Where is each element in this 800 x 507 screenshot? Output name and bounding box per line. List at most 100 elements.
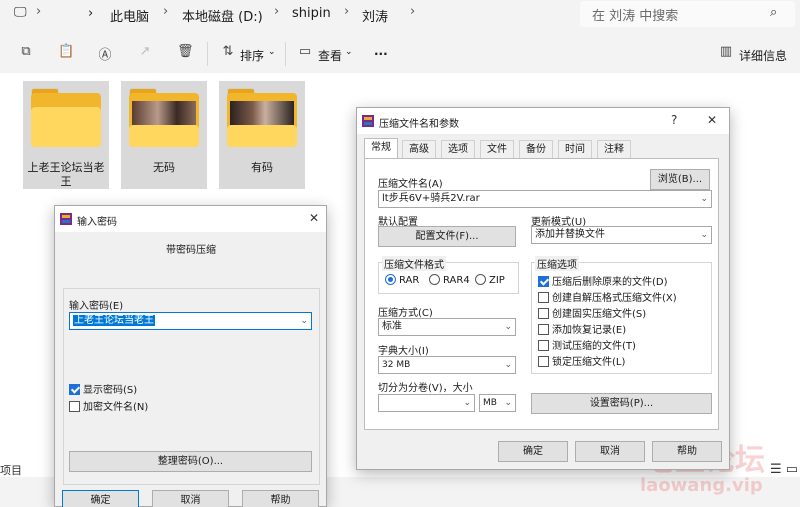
watermark-url: laowang.vip bbox=[640, 475, 763, 496]
method-label: 压缩方式(C) bbox=[378, 308, 433, 319]
tab-general[interactable]: 常规 bbox=[364, 138, 398, 159]
set-password-button[interactable]: 设置密码(P)... bbox=[531, 393, 712, 414]
help-button[interactable]: 帮助 bbox=[242, 490, 319, 507]
folder-item[interactable]: 上老王论坛当老王 bbox=[23, 81, 109, 189]
chevron-right-icon: › bbox=[36, 4, 42, 19]
archive-name-input[interactable]: lt步兵6V+骑兵2V.rar ⌄ bbox=[378, 190, 712, 208]
option-label: 锁定压缩文件(L) bbox=[552, 357, 626, 368]
ok-button[interactable]: 确定 bbox=[62, 490, 139, 507]
folder-icon bbox=[227, 88, 297, 147]
dialog-titlebar: 输入密码 ✕ bbox=[55, 206, 326, 232]
tab-options[interactable]: 选项 bbox=[441, 140, 475, 158]
method-value: 标准 bbox=[382, 321, 402, 332]
delete-after-checkbox[interactable]: 压缩后删除原来的文件(D) bbox=[538, 273, 668, 288]
breadcrumb-this-pc[interactable]: 此电脑 bbox=[110, 6, 149, 25]
dialog-heading: 带密码压缩 bbox=[166, 245, 216, 256]
search-placeholder: 在 刘涛 中搜索 bbox=[592, 9, 679, 24]
password-input[interactable]: 上老王论坛当老王 ⌄ bbox=[69, 312, 312, 330]
chevron-down-icon[interactable]: ⌄ bbox=[700, 227, 708, 243]
chevron-down-icon[interactable]: ⌄ bbox=[700, 191, 708, 207]
format-rar4-label: RAR4 bbox=[443, 275, 470, 286]
dictionary-size-label: 字典大小(I) bbox=[378, 346, 429, 357]
sort-button[interactable]: 排序 bbox=[240, 47, 264, 64]
format-rar-radio[interactable]: RAR bbox=[385, 274, 419, 286]
archive-name-value: lt步兵6V+骑兵2V.rar bbox=[382, 193, 480, 204]
divider bbox=[207, 42, 208, 66]
option-label: 压缩后删除原来的文件(D) bbox=[552, 277, 668, 288]
share-icon[interactable]: ↗ bbox=[137, 44, 153, 60]
paste-icon[interactable]: 📋 bbox=[58, 44, 74, 60]
dictionary-size-select[interactable]: 32 MB ⌄ bbox=[378, 356, 516, 374]
details-button[interactable]: 详细信息 bbox=[739, 47, 787, 64]
breadcrumb-drive-d[interactable]: 本地磁盘 (D:) bbox=[182, 6, 263, 25]
close-icon[interactable]: ✕ bbox=[309, 211, 319, 225]
folder-label: 无码 bbox=[153, 161, 175, 174]
recovery-record-checkbox[interactable]: 添加恢复记录(E) bbox=[538, 321, 626, 336]
archive-dialog: 压缩文件名和参数 ? ✕ 常规 高级 选项 文件 备份 时间 注释 压缩文件名(… bbox=[356, 107, 730, 470]
encrypt-filenames-label: 加密文件名(N) bbox=[83, 402, 149, 413]
rename-icon[interactable]: Ⓐ bbox=[97, 44, 113, 63]
chevron-down-icon[interactable]: ⌄ bbox=[504, 357, 512, 373]
ok-button[interactable]: 确定 bbox=[498, 441, 568, 462]
search-input[interactable]: 在 刘涛 中搜索 ⌕ bbox=[580, 1, 795, 27]
breadcrumb-shipin[interactable]: shipin bbox=[292, 6, 331, 21]
test-files-checkbox[interactable]: 测试压缩的文件(T) bbox=[538, 337, 636, 352]
tab-comment[interactable]: 注释 bbox=[597, 140, 631, 158]
tab-files[interactable]: 文件 bbox=[480, 140, 514, 158]
show-password-label: 显示密码(S) bbox=[83, 385, 138, 396]
cancel-button[interactable]: 取消 bbox=[152, 490, 229, 507]
dialog-title: 输入密码 bbox=[77, 217, 117, 228]
folder-item[interactable]: 有码 bbox=[219, 81, 305, 189]
delete-icon[interactable]: 🗑 bbox=[177, 44, 194, 60]
address-bar: 🖵 › › 此电脑 › 本地磁盘 (D:) › shipin › 刘涛 › 在 … bbox=[0, 0, 800, 30]
chevron-right-icon: › bbox=[163, 4, 169, 19]
cancel-button[interactable]: 取消 bbox=[575, 441, 645, 462]
dictionary-size-value: 32 MB bbox=[382, 360, 411, 370]
update-mode-select[interactable]: 添加并替换文件 ⌄ bbox=[531, 226, 712, 244]
copy-icon[interactable]: ⧉ bbox=[18, 44, 34, 60]
view-icon: ▭ bbox=[298, 44, 312, 59]
profiles-button[interactable]: 配置文件(F)... bbox=[378, 226, 516, 247]
winrar-icon bbox=[362, 115, 374, 127]
breadcrumb-liutao[interactable]: 刘涛 bbox=[362, 6, 388, 25]
help-icon[interactable]: ? bbox=[671, 113, 677, 127]
format-rar4-radio[interactable]: RAR4 bbox=[429, 274, 470, 286]
chevron-down-icon[interactable]: ⌄ bbox=[504, 319, 512, 335]
format-rar-label: RAR bbox=[399, 275, 420, 286]
split-unit-select[interactable]: MB ⌄ bbox=[479, 394, 516, 412]
browse-button[interactable]: 浏览(B)... bbox=[650, 169, 710, 190]
folder-label: 有码 bbox=[251, 161, 273, 174]
update-mode-value: 添加并替换文件 bbox=[535, 229, 605, 240]
method-select[interactable]: 标准 ⌄ bbox=[378, 318, 516, 336]
tab-time[interactable]: 时间 bbox=[558, 140, 592, 158]
folder-item[interactable]: 无码 bbox=[121, 81, 207, 189]
options-group-label: 压缩选项 bbox=[535, 256, 579, 271]
monitor-icon[interactable]: 🖵 bbox=[14, 5, 27, 20]
details-pane-icon: ▥ bbox=[719, 44, 733, 59]
view-button[interactable]: 查看 bbox=[318, 47, 342, 64]
help-button[interactable]: 帮助 bbox=[652, 441, 722, 462]
more-options-button[interactable]: ··· bbox=[374, 47, 388, 61]
view-toggle-icon[interactable]: ☰ ▭ bbox=[770, 462, 798, 477]
option-label: 创建自解压格式压缩文件(X) bbox=[552, 293, 677, 304]
chevron-down-icon[interactable]: ⌄ bbox=[463, 395, 471, 411]
divider bbox=[285, 42, 286, 66]
chevron-down-icon[interactable]: ⌄ bbox=[300, 313, 308, 329]
format-zip-radio[interactable]: ZIP bbox=[475, 274, 505, 286]
chevron-down-icon[interactable]: ⌄ bbox=[504, 395, 512, 411]
split-volumes-label: 切分为分卷(V)，大小 bbox=[378, 383, 473, 394]
chevron-down-icon: ⌄ bbox=[268, 47, 276, 57]
winrar-icon bbox=[60, 213, 72, 225]
lock-archive-checkbox[interactable]: 锁定压缩文件(L) bbox=[538, 353, 625, 368]
option-label: 测试压缩的文件(T) bbox=[552, 341, 636, 352]
organize-passwords-button[interactable]: 整理密码(O)... bbox=[69, 451, 312, 472]
split-size-input[interactable]: ⌄ bbox=[378, 394, 475, 412]
solid-checkbox[interactable]: 创建固实压缩文件(S) bbox=[538, 305, 646, 320]
tab-backup[interactable]: 备份 bbox=[519, 140, 553, 158]
close-icon[interactable]: ✕ bbox=[707, 113, 717, 127]
encrypt-filenames-checkbox[interactable]: 加密文件名(N) bbox=[69, 398, 148, 413]
show-password-checkbox[interactable]: 显示密码(S) bbox=[69, 381, 137, 396]
tab-advanced[interactable]: 高级 bbox=[402, 140, 436, 158]
sfx-checkbox[interactable]: 创建自解压格式压缩文件(X) bbox=[538, 289, 677, 304]
format-group-label: 压缩文件格式 bbox=[382, 256, 446, 271]
